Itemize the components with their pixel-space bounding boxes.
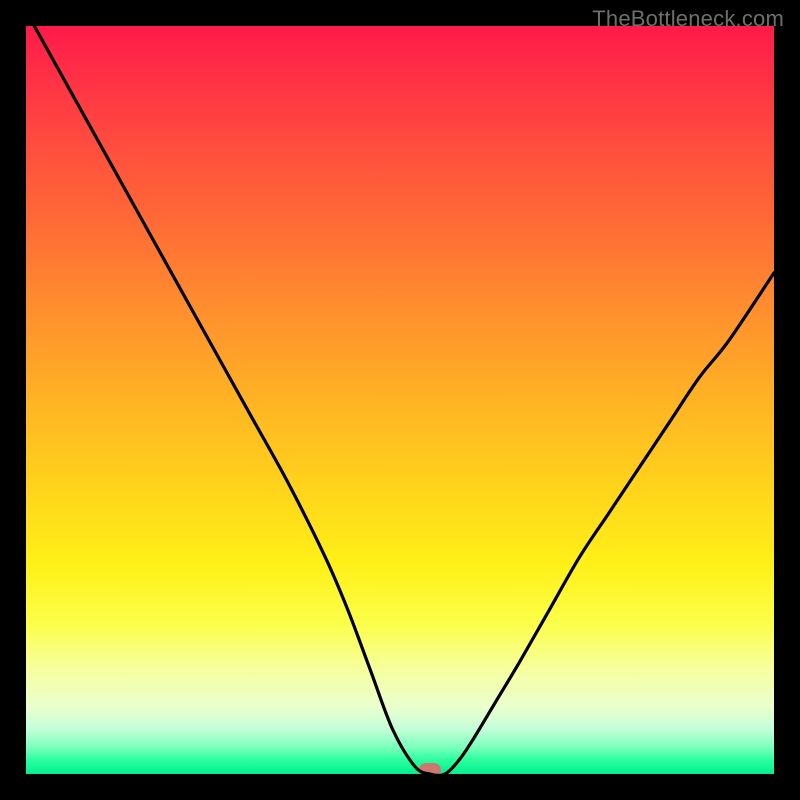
chart-frame: TheBottleneck.com: [0, 0, 800, 800]
bottleneck-curve: [26, 26, 774, 774]
plot-area: [26, 26, 774, 774]
